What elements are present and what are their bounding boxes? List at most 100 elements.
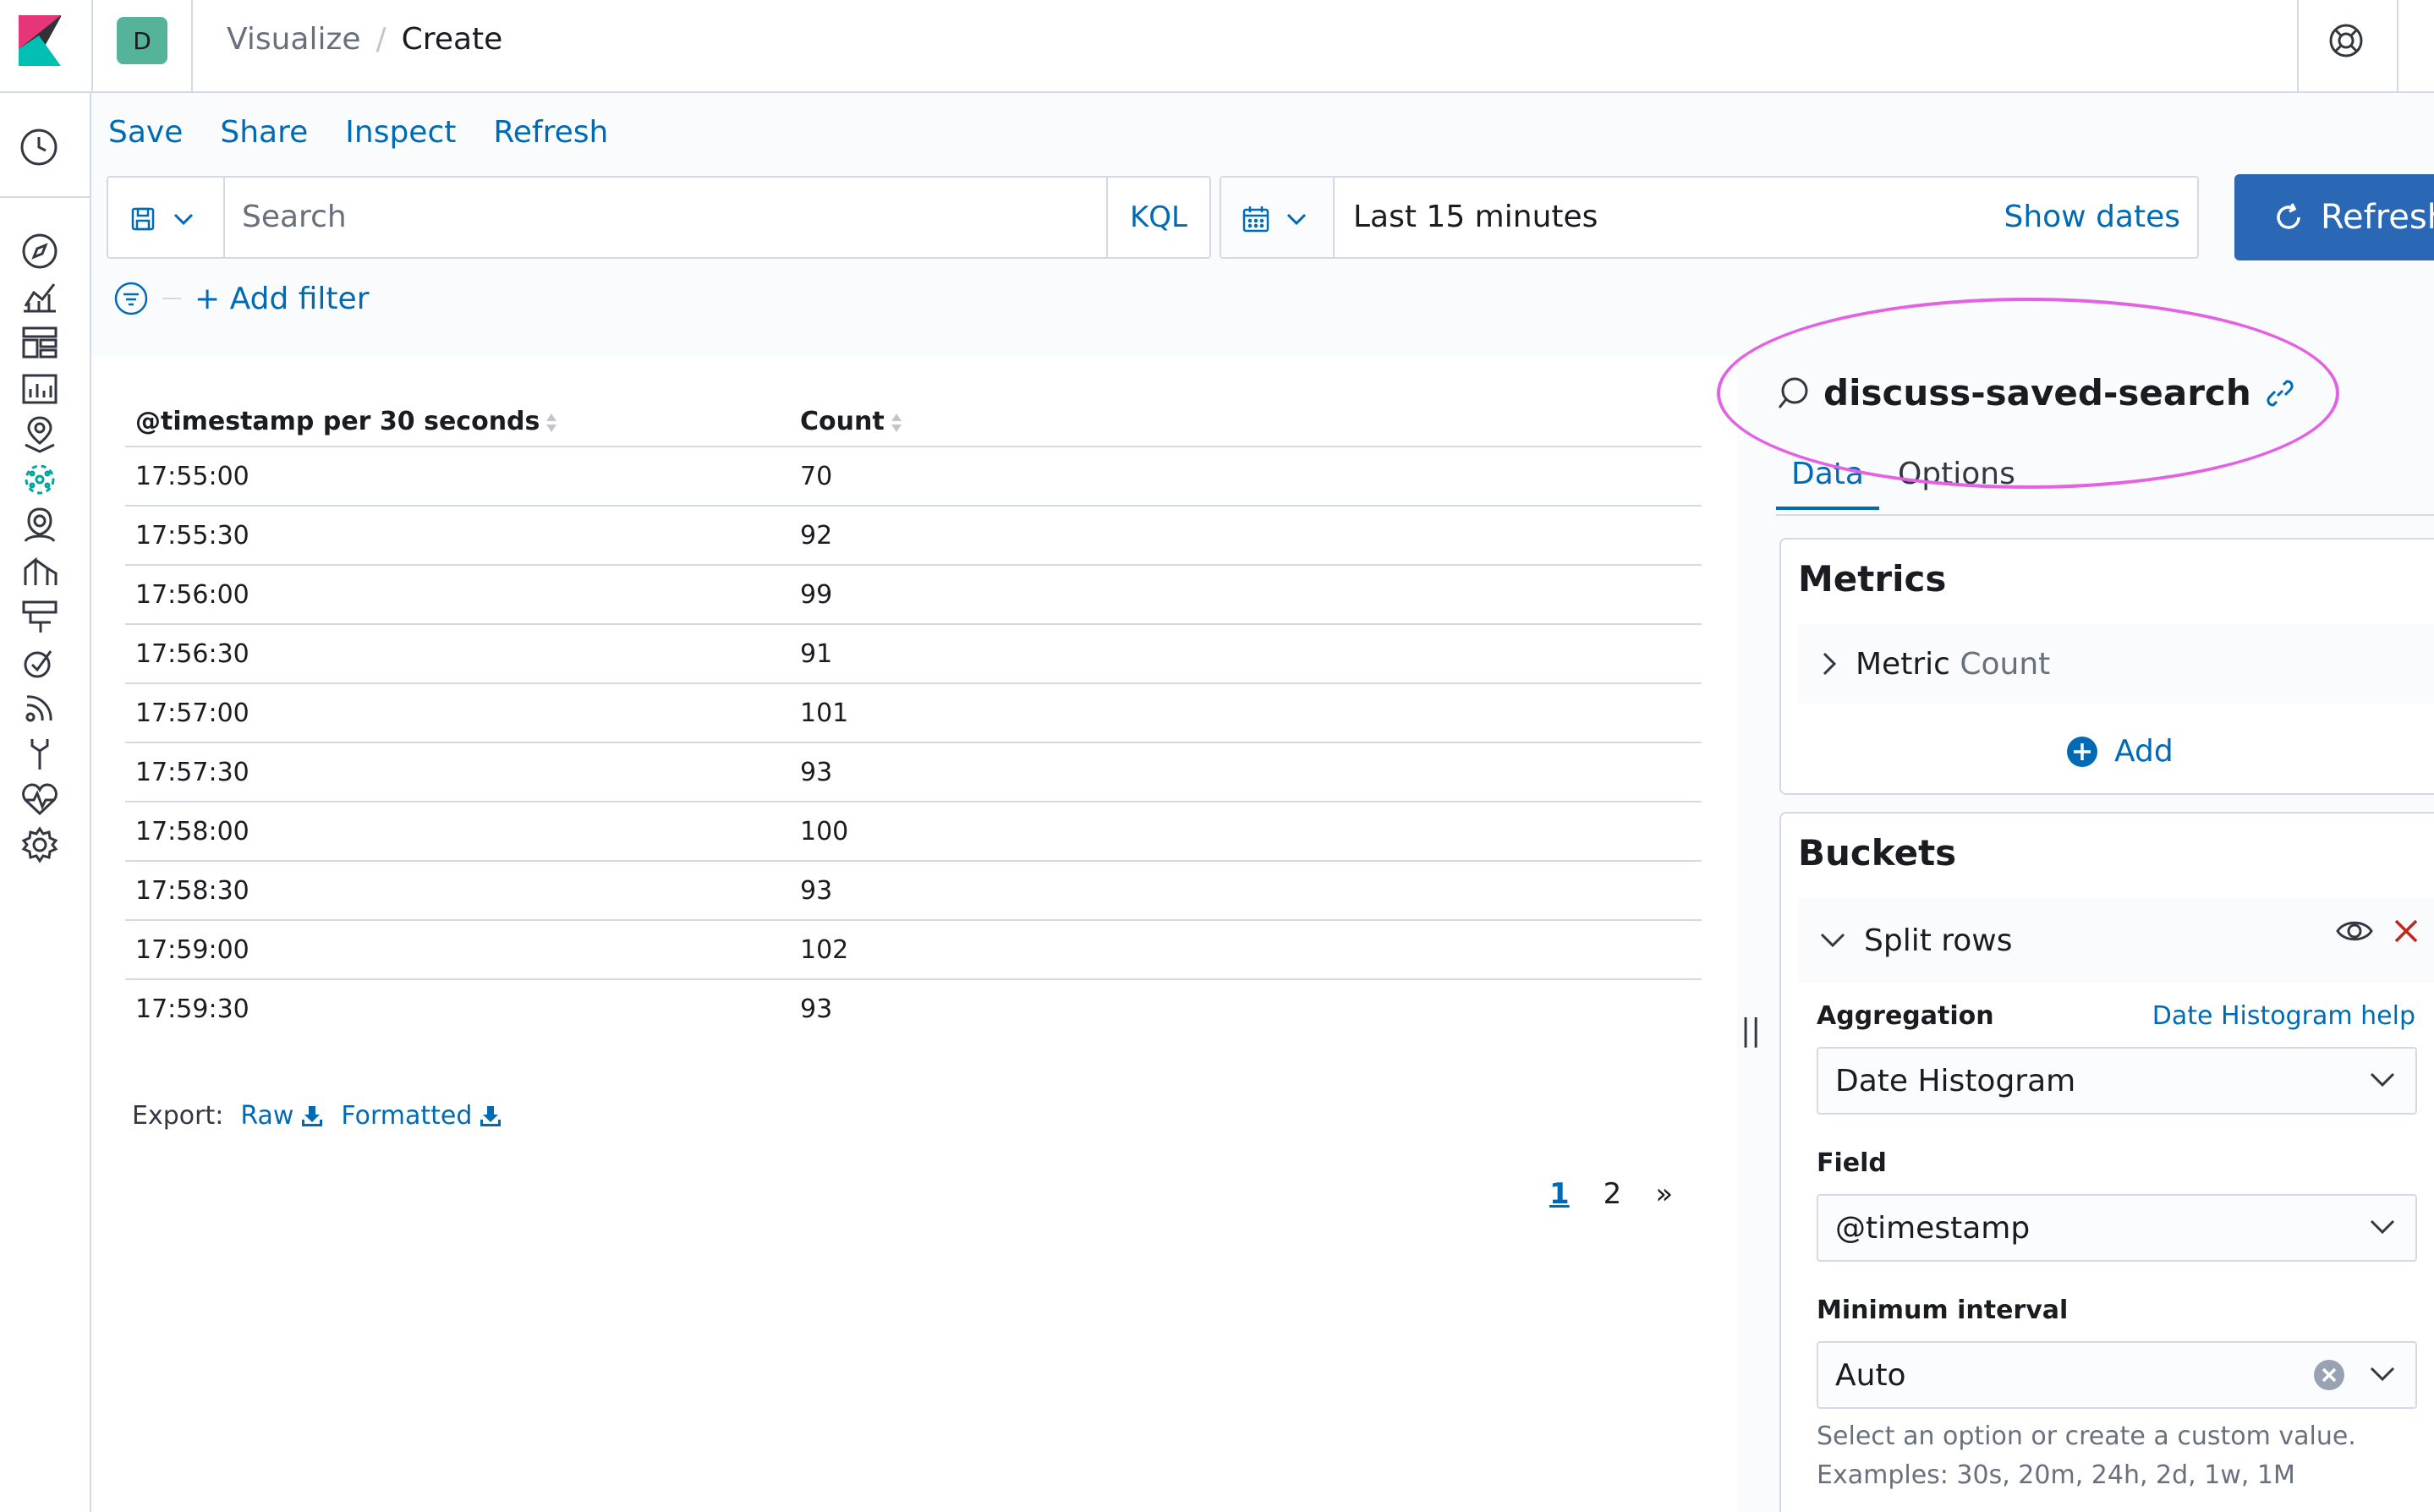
table-cell[interactable]: 17:59:30 (125, 979, 790, 1038)
page-1-button[interactable]: 1 (1549, 1177, 1570, 1211)
table-cell[interactable]: 92 (790, 506, 1702, 566)
date-histogram-help-link[interactable]: Date Histogram help (2152, 1001, 2415, 1031)
table-row: 17:56:30 91 (125, 624, 1702, 684)
export-raw-link[interactable]: Raw (240, 1101, 324, 1131)
data-table: @timestamp per 30 seconds Count 17:55:00… (125, 397, 1702, 1038)
table-cell[interactable]: 17:57:00 (125, 683, 790, 743)
management-icon[interactable] (20, 825, 59, 864)
inspect-button[interactable]: Inspect (345, 115, 456, 150)
share-button[interactable]: Share (220, 115, 308, 150)
column-header-timestamp[interactable]: @timestamp per 30 seconds (125, 397, 790, 447)
top-header: D Visualize / Create (0, 0, 2434, 93)
machine-learning-icon[interactable] (20, 460, 59, 499)
table-cell[interactable]: 93 (790, 979, 1702, 1038)
header-divider (91, 0, 93, 91)
apm-icon[interactable] (20, 551, 59, 590)
filter-options-icon[interactable] (113, 281, 149, 316)
clear-icon[interactable] (2312, 1358, 2346, 1392)
table-cell[interactable]: 102 (790, 920, 1702, 980)
header-divider (191, 0, 193, 91)
cross-icon[interactable] (2392, 917, 2420, 945)
table-cell[interactable]: 17:58:00 (125, 802, 790, 862)
maps-icon[interactable] (20, 414, 59, 453)
save-icon (131, 207, 155, 231)
visualization-panel: @timestamp per 30 seconds Count 17:55:00… (91, 357, 1737, 1512)
table-row: 17:59:00 102 (125, 920, 1702, 980)
table-cell[interactable]: 17:56:30 (125, 624, 790, 684)
recently-viewed-icon[interactable] (19, 127, 59, 167)
chevron-down-icon (2370, 1367, 2395, 1382)
add-metric-button[interactable]: Add (2065, 734, 2174, 769)
table-cell[interactable]: 17:55:30 (125, 506, 790, 566)
buckets-panel: Buckets Split rows Aggregation Date Hist… (1779, 812, 2434, 1512)
quick-select-button[interactable] (1221, 178, 1335, 257)
column-header-label: @timestamp per 30 seconds (135, 407, 540, 436)
kibana-logo-icon[interactable] (19, 15, 61, 66)
table-cell[interactable]: 100 (790, 802, 1702, 862)
metric-count-item[interactable]: Metric Count (1798, 624, 2434, 704)
infrastructure-icon[interactable] (20, 688, 59, 727)
interval-help-line: Select an option or create a custom valu… (1817, 1422, 2356, 1451)
header-divider (2297, 0, 2299, 91)
metric-item-label: Metric (1856, 646, 1950, 682)
page-2-button[interactable]: 2 (1603, 1177, 1622, 1211)
chevron-down-icon (2370, 1072, 2395, 1087)
help-icon[interactable] (2327, 22, 2365, 59)
save-button[interactable]: Save (108, 115, 183, 150)
dashboard-icon[interactable] (20, 323, 59, 362)
table-row: 17:59:30 93 (125, 979, 1702, 1038)
graph-icon[interactable] (20, 643, 59, 682)
date-range-text[interactable]: Last 15 minutes (1353, 200, 1598, 234)
table-row: 17:58:00 100 (125, 802, 1702, 862)
calendar-icon (1242, 206, 1269, 233)
metrics-title: Metrics (1798, 558, 1947, 600)
table-cell[interactable]: 17:59:00 (125, 920, 790, 980)
breadcrumb-visualize[interactable]: Visualize (227, 22, 361, 57)
download-icon (302, 1105, 323, 1126)
breadcrumb-separator: / (376, 22, 386, 57)
canvas-icon[interactable] (20, 369, 59, 408)
saved-query-button[interactable] (108, 178, 225, 257)
export-raw-label: Raw (240, 1101, 294, 1131)
table-cell[interactable]: 17:55:00 (125, 446, 790, 507)
show-dates-button[interactable]: Show dates (2004, 200, 2180, 234)
column-header-count[interactable]: Count (790, 397, 1702, 447)
field-select[interactable]: @timestamp (1817, 1194, 2417, 1262)
table-cell[interactable]: 93 (790, 861, 1702, 921)
table-row: 17:57:00 101 (125, 683, 1702, 743)
space-avatar[interactable]: D (117, 17, 167, 64)
table-cell[interactable]: 17:58:30 (125, 861, 790, 921)
aggregation-select[interactable]: Date Histogram (1817, 1047, 2417, 1115)
table-cell[interactable]: 93 (790, 742, 1702, 803)
add-metric-label: Add (2114, 734, 2174, 769)
next-page-button[interactable]: » (1655, 1177, 1673, 1211)
table-row: 17:55:30 92 (125, 506, 1702, 566)
chevron-down-icon (1820, 933, 1845, 948)
interval-combobox[interactable]: Auto (1817, 1341, 2417, 1409)
resize-grip-icon[interactable]: || (1741, 1013, 1761, 1048)
search-input[interactable] (242, 200, 1155, 234)
table-cell[interactable]: 91 (790, 624, 1702, 684)
nav-divider (0, 196, 90, 198)
table-cell[interactable]: 17:57:30 (125, 742, 790, 803)
dev-tools-icon[interactable] (20, 734, 59, 773)
eye-icon[interactable] (2336, 917, 2373, 945)
table-cell[interactable]: 17:56:00 (125, 565, 790, 625)
visualize-icon[interactable] (20, 277, 59, 316)
siem-icon[interactable] (20, 506, 59, 545)
refresh-button[interactable]: Refresh (2234, 174, 2434, 260)
space-initial: D (133, 26, 151, 55)
discover-icon[interactable] (20, 232, 59, 271)
table-row: 17:57:30 93 (125, 742, 1702, 803)
table-cell[interactable]: 101 (790, 683, 1702, 743)
uptime-icon[interactable] (20, 597, 59, 636)
export-formatted-link[interactable]: Formatted (341, 1101, 502, 1131)
column-header-label: Count (800, 407, 885, 436)
kql-language-toggle[interactable]: KQL (1106, 178, 1209, 257)
table-cell[interactable]: 99 (790, 565, 1702, 625)
stack-monitoring-icon[interactable] (20, 780, 59, 819)
date-picker: Last 15 minutes Show dates (1220, 176, 2199, 259)
table-cell[interactable]: 70 (790, 446, 1702, 507)
refresh-link[interactable]: Refresh (493, 115, 608, 150)
add-filter-button[interactable]: + Add filter (195, 282, 370, 316)
